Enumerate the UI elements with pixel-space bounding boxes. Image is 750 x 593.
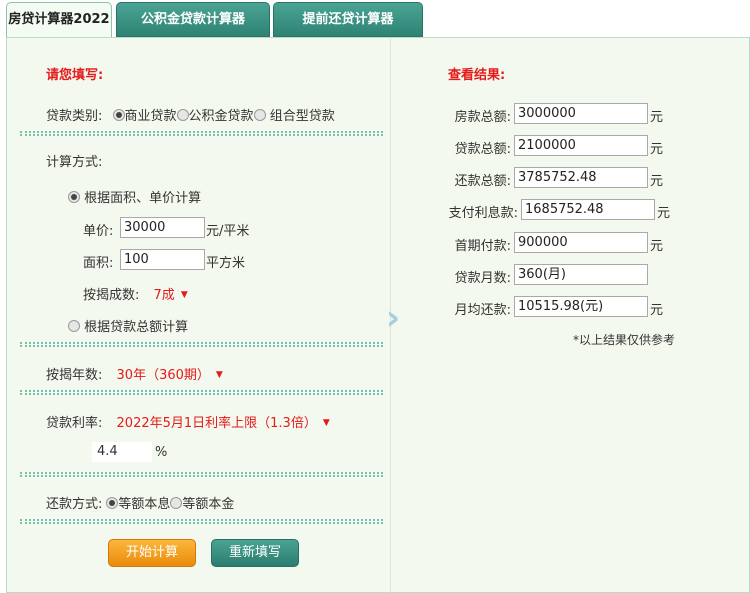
results-note: *以上结果仅供参考 <box>573 333 676 347</box>
rate-unit: % <box>155 445 168 460</box>
result-label: 月均还款: <box>454 303 511 318</box>
loan-type-row: 贷款类别: 商业贷款 公积金贷款 组合型贷款 <box>46 105 335 124</box>
result-value-field[interactable]: 3000000 <box>514 103 648 124</box>
method-area-radio[interactable] <box>68 191 80 203</box>
tab-bar: 房贷计算器2022 公积金贷款计算器 提前还贷计算器 <box>0 0 750 38</box>
result-label: 房款总额: <box>454 110 511 125</box>
rate-input[interactable]: 4.4 <box>92 442 152 462</box>
loan-type-combined-radio[interactable] <box>253 109 266 121</box>
divider <box>20 342 383 347</box>
unit-price-unit: 元/平米 <box>206 224 250 239</box>
result-unit: 元 <box>650 303 664 318</box>
result-value-field[interactable]: 2100000 <box>514 135 648 156</box>
divider <box>20 519 383 524</box>
start-calculation-button[interactable]: 开始计算 <box>108 539 196 567</box>
years-select[interactable]: 30年（360期） <box>117 368 210 383</box>
repay-label: 还款方式: <box>46 497 103 512</box>
repay-equal-installment-radio[interactable] <box>106 497 119 509</box>
dropdown-arrow-icon[interactable]: ▼ <box>216 370 223 380</box>
repay-equal-principal-radio[interactable] <box>170 497 183 509</box>
method-area-label[interactable]: 根据面积、单价计算 <box>84 191 201 206</box>
loan-type-provident-radio[interactable] <box>176 109 189 121</box>
rate-select[interactable]: 2022年5月1日利率上限（1.3倍） <box>117 416 317 431</box>
repay-row: 还款方式: 等额本息 等额本金 <box>46 493 234 512</box>
result-label: 支付利息款: <box>448 206 518 221</box>
loan-type-commercial-label[interactable]: 商业贷款 <box>125 109 177 124</box>
loan-type-label: 贷款类别: <box>46 109 103 124</box>
tab-prepayment-calculator[interactable]: 提前还贷计算器 <box>273 2 423 37</box>
method-total-radio[interactable] <box>68 320 80 332</box>
results-title: 查看结果: <box>448 68 506 83</box>
area-unit: 平方米 <box>206 256 246 271</box>
rate-label: 贷款利率: <box>46 416 103 431</box>
result-unit: 元 <box>650 142 664 157</box>
result-value-field[interactable]: 3785752.48 <box>514 167 648 188</box>
years-row: 按揭年数: 30年（360期） ▼ <box>46 364 223 383</box>
calc-method-label: 计算方式: <box>46 155 103 170</box>
result-label: 首期付款: <box>454 239 511 254</box>
divider <box>20 131 383 136</box>
result-value-field[interactable]: 360(月) <box>514 264 648 285</box>
result-unit: 元 <box>650 239 664 254</box>
result-label: 贷款月数: <box>454 271 511 286</box>
result-value-field[interactable]: 10515.98(元) <box>514 296 648 317</box>
form-title: 请您填写: <box>46 68 104 83</box>
tab-provident-fund-calculator[interactable]: 公积金贷款计算器 <box>116 2 270 37</box>
result-label: 还款总额: <box>454 174 511 189</box>
result-label: 贷款总额: <box>454 142 511 157</box>
years-label: 按揭年数: <box>46 368 103 383</box>
rate-row: 贷款利率: 2022年5月1日利率上限（1.3倍） ▼ <box>46 412 330 431</box>
loan-type-commercial-radio[interactable] <box>112 109 125 121</box>
loan-type-combined-label[interactable]: 组合型贷款 <box>270 109 335 124</box>
area-label: 面积: <box>83 256 114 271</box>
dropdown-arrow-icon[interactable]: ▼ <box>323 418 330 428</box>
mortgage-ratio-select[interactable]: 7成 <box>154 288 175 303</box>
result-unit: 元 <box>650 174 664 189</box>
result-unit: 元 <box>657 206 671 221</box>
tab-mortgage-calculator[interactable]: 房贷计算器2022 <box>6 2 112 38</box>
repay-equal-principal-label[interactable]: 等额本金 <box>182 497 234 512</box>
method-area-option[interactable]: 根据面积、单价计算 <box>68 187 201 206</box>
loan-type-provident-label[interactable]: 公积金贷款 <box>189 109 254 124</box>
result-value-field[interactable]: 1685752.48 <box>521 199 655 220</box>
method-total-option[interactable]: 根据贷款总额计算 <box>68 316 188 335</box>
divider <box>20 472 383 477</box>
dropdown-arrow-icon[interactable]: ▼ <box>181 290 188 300</box>
mortgage-ratio-label: 按揭成数: <box>83 288 140 303</box>
result-unit: 元 <box>650 110 664 125</box>
method-total-label[interactable]: 根据贷款总额计算 <box>84 320 188 335</box>
reset-button[interactable]: 重新填写 <box>211 539 299 567</box>
area-input[interactable]: 100 <box>120 249 205 270</box>
unit-price-input[interactable]: 30000 <box>120 217 205 238</box>
repay-equal-installment-label[interactable]: 等额本息 <box>118 497 170 512</box>
divider <box>20 390 383 395</box>
unit-price-label: 单价: <box>83 224 114 239</box>
mortgage-ratio-row: 按揭成数: 7成 ▼ <box>83 284 188 303</box>
result-value-field[interactable]: 900000 <box>514 232 648 253</box>
